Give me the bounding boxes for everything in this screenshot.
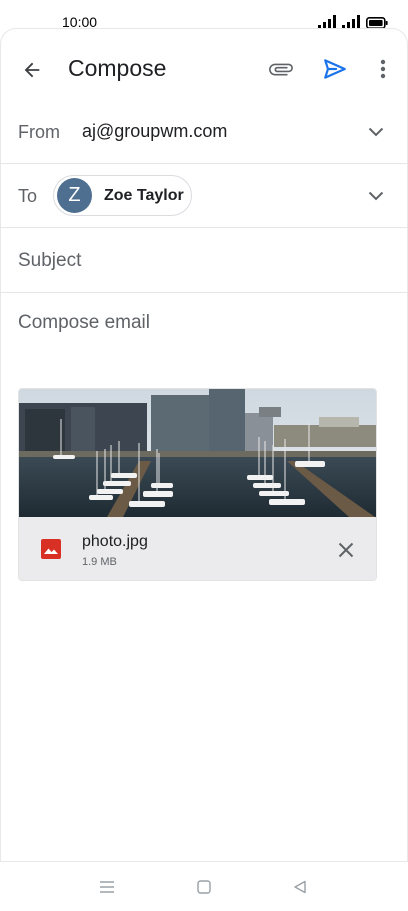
chevron-down-icon [368,127,384,137]
compose-body-field[interactable]: Compose email [18,312,150,334]
triangle-back-icon [294,880,306,894]
recipient-name: Zoe Taylor [104,186,184,204]
attachment-file-name: photo.jpg [82,533,148,550]
from-row[interactable]: From aj@groupwm.com [0,100,408,164]
subject-placeholder: Subject [18,250,82,271]
chevron-down-icon [368,191,384,201]
image-file-icon [41,539,61,559]
close-icon [338,542,354,558]
attachment-file-size: 1.9 MB [82,556,117,568]
attachment-card[interactable]: photo.jpg 1.9 MB [18,388,377,581]
avatar: Z [57,178,92,213]
more-options-button[interactable] [370,54,396,84]
attachment-photo-preview [19,389,376,517]
send-button[interactable] [320,54,350,84]
subject-field[interactable]: Subject [0,228,408,293]
to-dropdown-button[interactable] [364,184,388,208]
status-icons [318,13,388,29]
attach-button[interactable] [266,54,296,84]
from-address: aj@groupwm.com [82,121,228,141]
more-vert-icon [380,59,386,79]
to-label: To [18,186,38,206]
page-title: Compose [68,55,167,81]
recent-apps-button[interactable] [97,878,117,896]
back-button[interactable] [18,56,46,84]
arrow-back-icon [24,62,40,78]
system-navigation-bar [0,861,408,911]
from-dropdown-button[interactable] [364,120,388,144]
from-label: From [18,122,60,142]
send-icon [324,59,346,79]
recipient-chip[interactable]: Z Zoe Taylor [53,175,192,216]
signal-icon [318,15,336,29]
square-icon [197,880,211,894]
menu-lines-icon [100,881,114,893]
app-bar: Compose [0,44,408,94]
remove-attachment-button[interactable] [333,537,359,563]
paperclip-icon [269,63,293,76]
attachment-footer: photo.jpg 1.9 MB [19,517,376,580]
home-button[interactable] [194,878,214,896]
signal-icon-2 [342,15,360,29]
system-back-button[interactable] [290,878,310,896]
to-row[interactable]: To Z Zoe Taylor [0,164,408,228]
